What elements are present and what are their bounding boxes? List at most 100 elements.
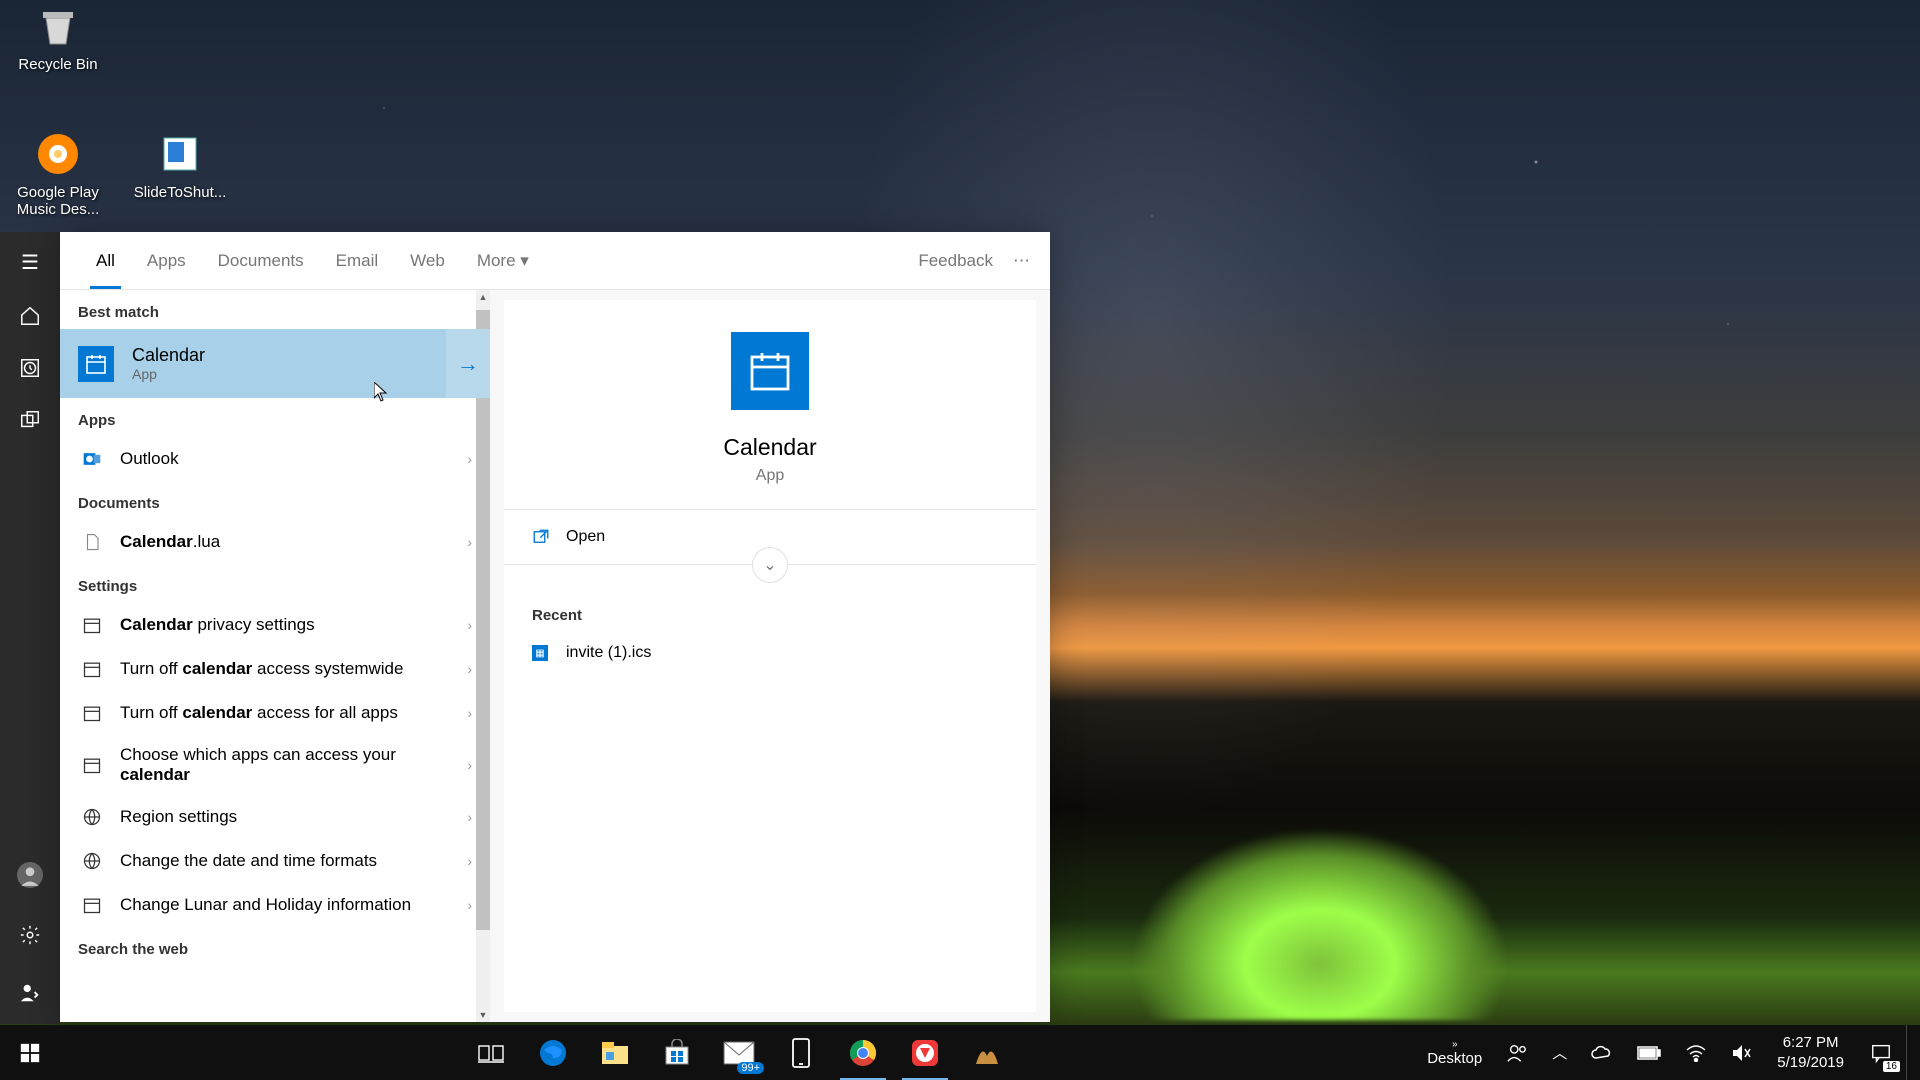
taskbar-file-explorer[interactable] xyxy=(584,1025,646,1080)
result-label: Change Lunar and Holiday information xyxy=(106,895,467,915)
feedback-link[interactable]: Feedback xyxy=(918,251,993,271)
taskbar-store[interactable] xyxy=(646,1025,708,1080)
result-turn-off-systemwide[interactable]: Turn off calendar access systemwide › xyxy=(60,647,490,691)
more-options-icon[interactable]: ⋯ xyxy=(1013,251,1030,271)
tab-all[interactable]: All xyxy=(80,232,131,289)
start-button[interactable] xyxy=(0,1025,60,1080)
search-rail: ☰ xyxy=(0,232,60,1024)
best-match-calendar[interactable]: Calendar App → xyxy=(60,329,490,398)
result-label: Turn off calendar access systemwide xyxy=(106,659,467,679)
calendar-outline-icon xyxy=(78,755,106,775)
recent-item[interactable]: ▦ invite (1).ics xyxy=(504,632,1036,674)
tray-desktop-toolbar[interactable]: » Desktop xyxy=(1417,1025,1492,1080)
preview-subtitle: App xyxy=(756,467,784,485)
tray-people[interactable] xyxy=(1496,1025,1538,1080)
taskbar-your-phone[interactable] xyxy=(770,1025,832,1080)
open-icon xyxy=(532,528,550,546)
result-lunar-holiday[interactable]: Change Lunar and Holiday information › xyxy=(60,883,490,927)
calendar-outline-icon xyxy=(78,615,106,635)
chevron-right-icon: › xyxy=(467,705,472,721)
result-label: Outlook xyxy=(106,449,467,469)
chevron-right-icon: › xyxy=(467,661,472,677)
mail-badge: 99+ xyxy=(737,1062,764,1074)
calendar-outline-icon xyxy=(78,659,106,679)
chevron-right-icon: › xyxy=(467,534,472,550)
clock-time: 6:27 PM xyxy=(1783,1033,1839,1053)
profile-icon[interactable] xyxy=(17,862,43,888)
recent-label: invite (1).ics xyxy=(566,644,651,662)
taskbar-chrome[interactable] xyxy=(832,1025,894,1080)
result-label: Calendar privacy settings xyxy=(106,615,467,635)
desktop-icon-recycle-bin[interactable]: Recycle Bin xyxy=(8,2,108,73)
tab-web[interactable]: Web xyxy=(394,232,461,289)
desktop-icon-label: Google Play Music Des... xyxy=(8,184,108,218)
result-label: Choose which apps can access your calend… xyxy=(106,745,467,785)
calendar-outline-icon xyxy=(78,895,106,915)
tray-show-hidden-icons[interactable]: ︿ xyxy=(1542,1025,1577,1080)
ics-file-icon: ▦ xyxy=(532,645,548,661)
calendar-outline-icon xyxy=(78,703,106,723)
tab-email[interactable]: Email xyxy=(320,232,395,289)
google-play-music-icon xyxy=(34,130,82,178)
gear-icon[interactable] xyxy=(19,924,41,946)
section-search-web: Search the web xyxy=(60,927,490,966)
desktop-toolbar-label: Desktop xyxy=(1427,1050,1482,1067)
action-center-badge: 16 xyxy=(1883,1061,1900,1072)
calendar-icon xyxy=(78,346,114,382)
tray-volume-icon[interactable] xyxy=(1721,1025,1761,1080)
desktop-icon-google-play-music[interactable]: Google Play Music Des... xyxy=(8,130,108,218)
result-calendar-privacy[interactable]: Calendar privacy settings › xyxy=(60,603,490,647)
document-icon xyxy=(78,532,106,552)
open-label: Open xyxy=(566,528,605,546)
chevron-right-icon: › xyxy=(467,617,472,633)
search-results: ▲ ▼ Best match Calendar App → Apps Outlo… xyxy=(60,290,490,1022)
tray-battery-icon[interactable] xyxy=(1627,1025,1671,1080)
task-view-button[interactable] xyxy=(460,1025,522,1080)
collections-icon[interactable] xyxy=(19,409,41,431)
tray-clock[interactable]: 6:27 PM 5/19/2019 xyxy=(1765,1025,1856,1080)
chevron-down-icon[interactable]: ⌄ xyxy=(752,547,788,583)
result-outlook[interactable]: Outlook › xyxy=(60,437,490,481)
chevron-right-icon: › xyxy=(467,757,472,773)
show-desktop-button[interactable] xyxy=(1906,1025,1912,1080)
arrow-right-icon[interactable]: → xyxy=(446,329,490,398)
tray-action-center[interactable]: 16 xyxy=(1860,1025,1902,1080)
result-region-settings[interactable]: Region settings › xyxy=(60,795,490,839)
clock-icon[interactable] xyxy=(19,357,41,379)
desktop-icon-label: SlideToShut... xyxy=(130,184,230,201)
taskbar-edge[interactable] xyxy=(522,1025,584,1080)
power-user-icon[interactable] xyxy=(19,982,41,1004)
taskbar-app-gold[interactable] xyxy=(956,1025,1018,1080)
tab-more[interactable]: More ▾ xyxy=(461,232,545,289)
scroll-down-arrow[interactable]: ▼ xyxy=(476,1008,490,1022)
calendar-icon xyxy=(731,332,809,410)
result-turn-off-all-apps[interactable]: Turn off calendar access for all apps › xyxy=(60,691,490,735)
section-apps: Apps xyxy=(60,398,490,437)
hamburger-icon[interactable]: ☰ xyxy=(21,250,39,275)
desktop-icon-slidetoshut[interactable]: SlideToShut... xyxy=(130,130,230,201)
result-date-time-formats[interactable]: Change the date and time formats › xyxy=(60,839,490,883)
chevron-right-icon: › xyxy=(467,809,472,825)
search-tabs: All Apps Documents Email Web More ▾ Feed… xyxy=(60,232,1050,290)
taskbar-mail[interactable]: 99+ xyxy=(708,1025,770,1080)
chevron-right-icon: › xyxy=(467,451,472,467)
tab-documents[interactable]: Documents xyxy=(202,232,320,289)
tray-onedrive-icon[interactable] xyxy=(1581,1025,1623,1080)
tray-wifi-icon[interactable] xyxy=(1675,1025,1717,1080)
scroll-up-arrow[interactable]: ▲ xyxy=(476,290,490,304)
outlook-icon xyxy=(78,449,106,469)
recycle-bin-icon xyxy=(34,2,82,50)
desktop-icon-label: Recycle Bin xyxy=(8,56,108,73)
preview-pane: Calendar App Open ⌄ Recent ▦ invite (1).… xyxy=(490,290,1050,1022)
clock-date: 5/19/2019 xyxy=(1777,1053,1844,1073)
taskbar-vivaldi[interactable] xyxy=(894,1025,956,1080)
tab-apps[interactable]: Apps xyxy=(131,232,202,289)
result-label: Region settings xyxy=(106,807,467,827)
recent-header: Recent xyxy=(504,593,1036,632)
home-icon[interactable] xyxy=(19,305,41,327)
result-choose-apps-access[interactable]: Choose which apps can access your calend… xyxy=(60,735,490,795)
section-settings: Settings xyxy=(60,564,490,603)
result-label: Calendar.lua xyxy=(106,532,467,552)
result-calendar-lua[interactable]: Calendar.lua › xyxy=(60,520,490,564)
globe-icon xyxy=(78,807,106,827)
